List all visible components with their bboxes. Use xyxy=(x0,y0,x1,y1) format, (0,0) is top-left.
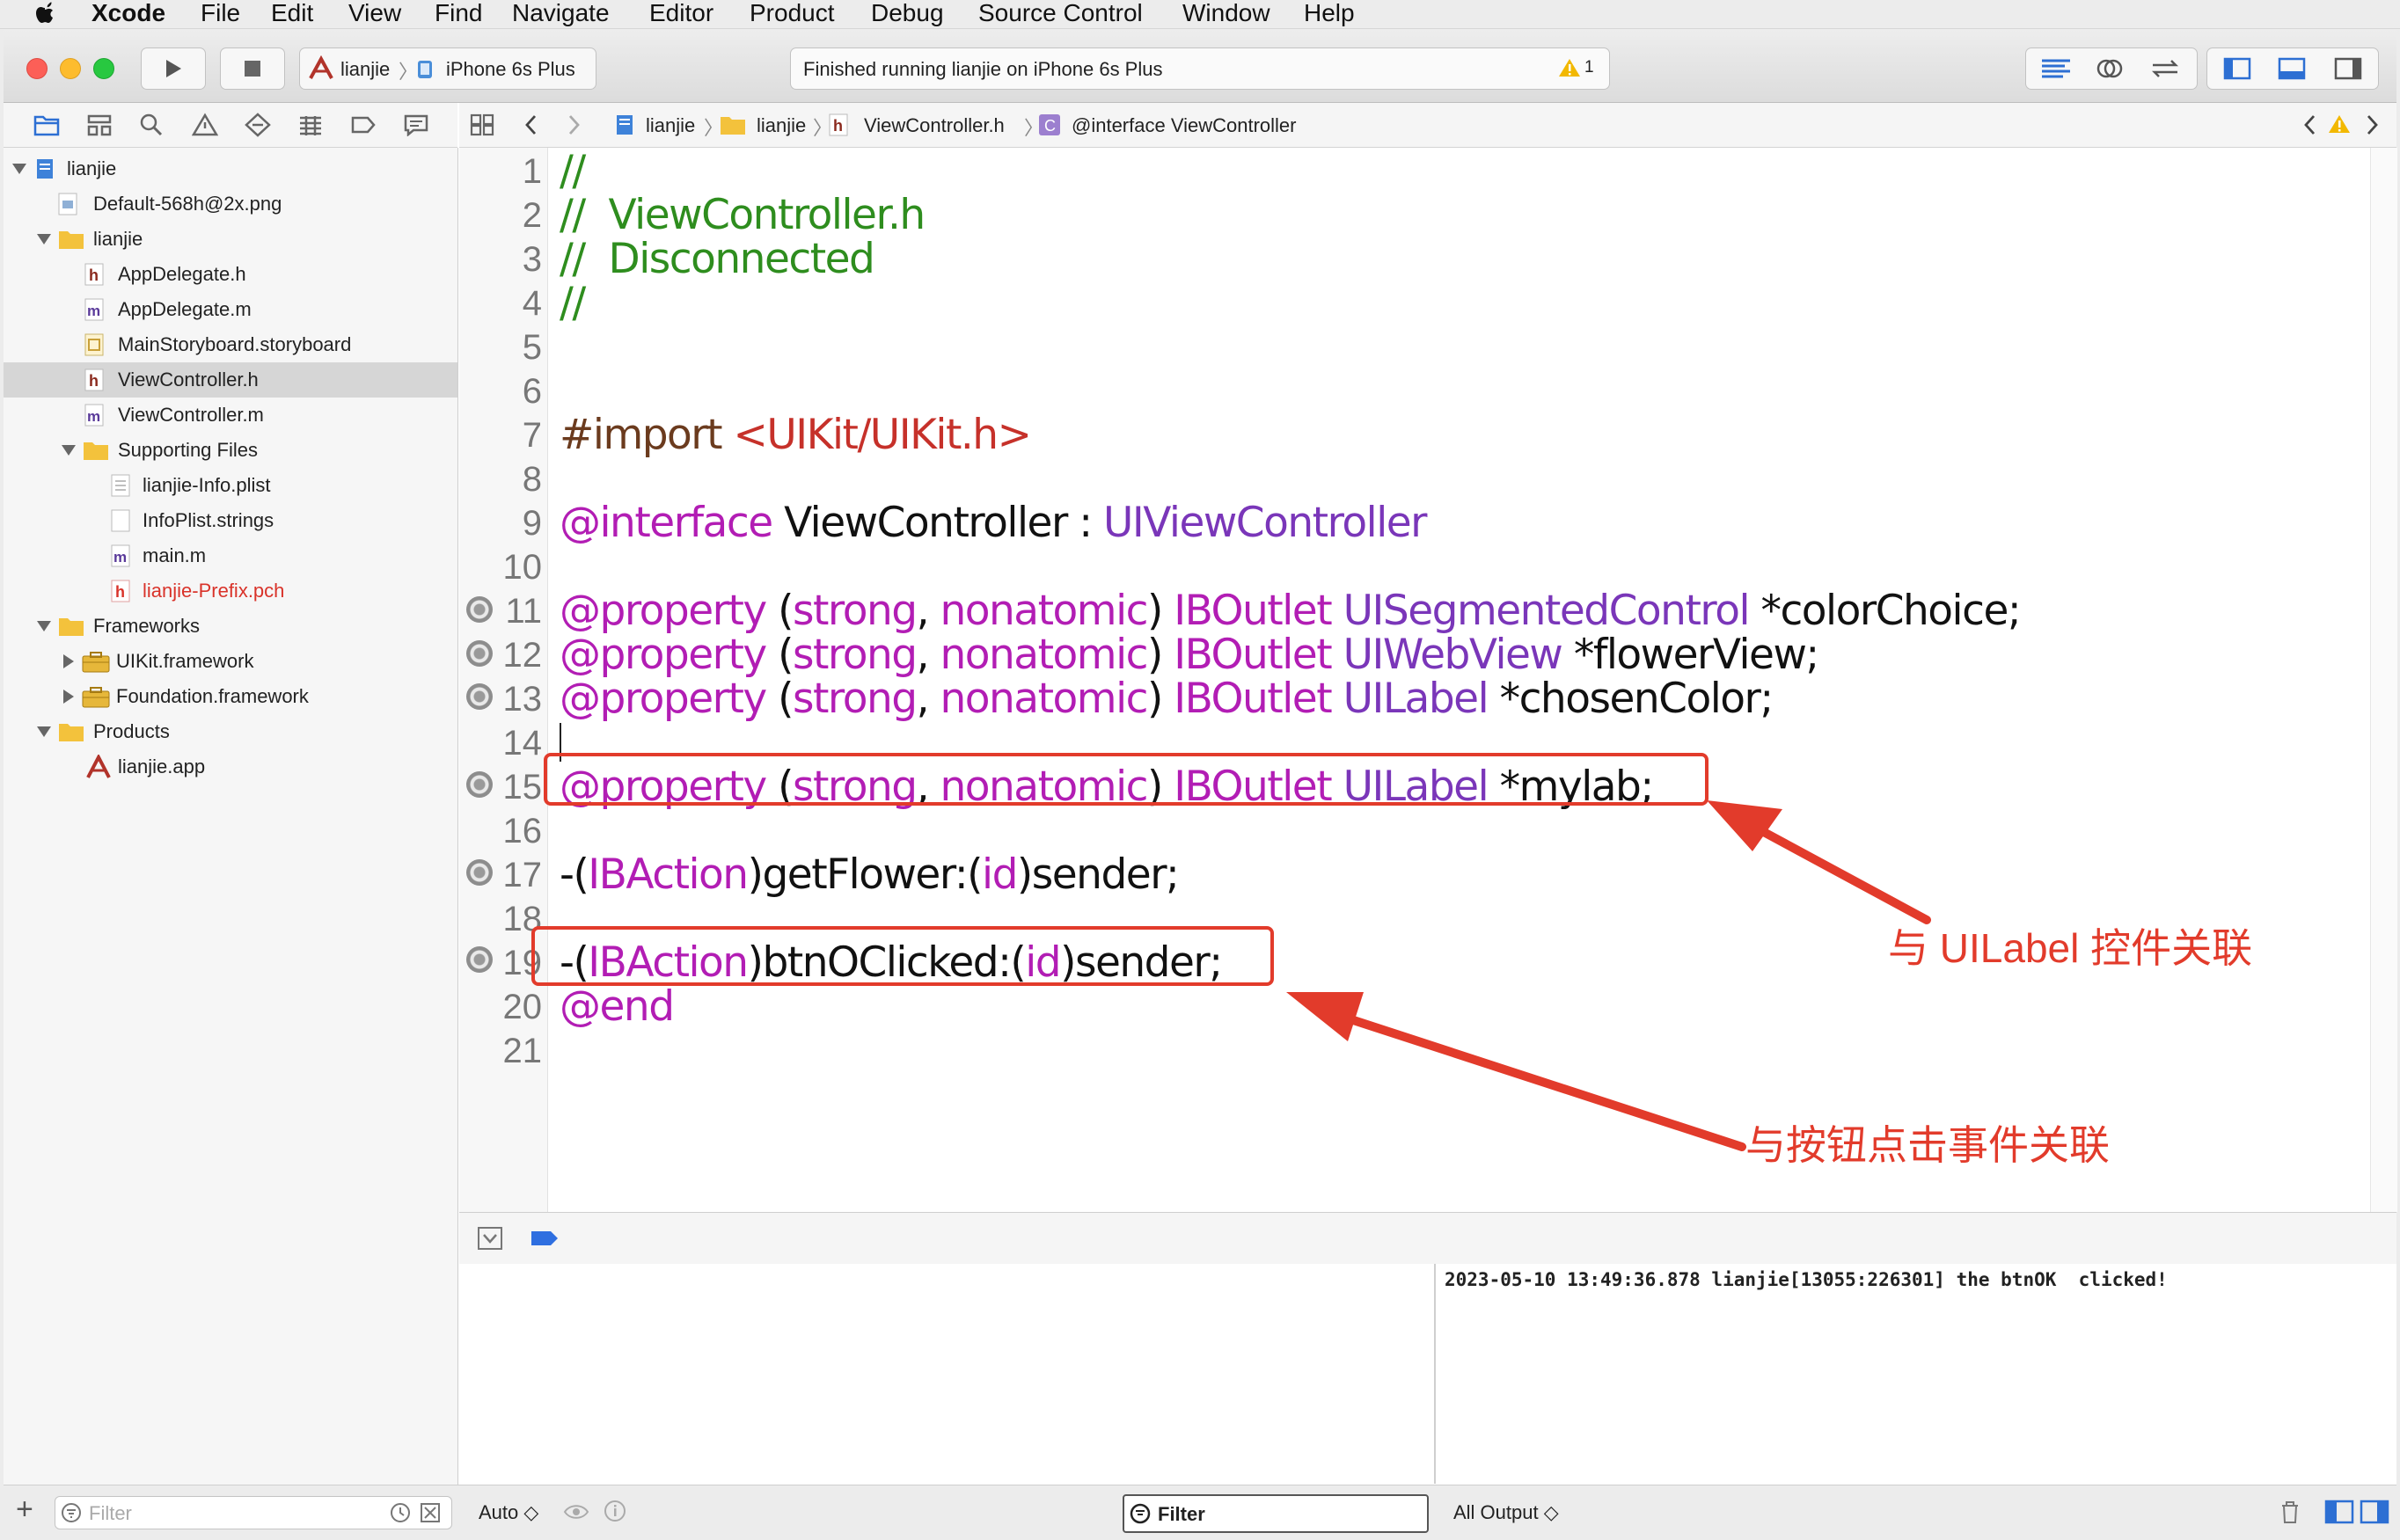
filter-icon xyxy=(62,1503,81,1522)
output-selector[interactable]: All Output ◇ xyxy=(1453,1501,1559,1524)
navigator-filter-field[interactable]: Filter xyxy=(55,1496,452,1529)
console-view[interactable]: 2023-05-10 13:49:36.878 lianjie[13055:22… xyxy=(1436,1264,2396,1484)
quick-look-icon[interactable] xyxy=(563,1501,589,1522)
filter-icon xyxy=(1130,1503,1151,1524)
variables-view xyxy=(459,1264,1436,1484)
annotation-label-action: 与按钮点击事件关联 xyxy=(1745,1122,2110,1168)
print-description-icon[interactable] xyxy=(604,1500,626,1522)
breakpoints-toggle-icon[interactable] xyxy=(530,1228,560,1249)
hide-debug-area-icon[interactable] xyxy=(477,1226,503,1251)
show-variables-view-icon[interactable] xyxy=(2324,1500,2354,1524)
arrow-to-outlet xyxy=(1707,800,1931,924)
console-filter-label: Filter xyxy=(1158,1503,1205,1525)
bottom-bar: + Filter Auto ◇ Filter All Output ◇ xyxy=(4,1485,2396,1540)
console-filter-field[interactable]: Filter xyxy=(1123,1494,1429,1533)
show-console-icon[interactable] xyxy=(2360,1500,2389,1524)
annotation-label-outlet: 与 UILabel 控件关联 xyxy=(1888,925,2253,971)
console-output-line: 2023-05-10 13:49:36.878 lianjie[13055:22… xyxy=(1445,1269,2168,1290)
recent-files-icon[interactable] xyxy=(390,1502,411,1523)
filter-placeholder: Filter xyxy=(89,1502,132,1524)
arrow-to-action xyxy=(1286,992,1746,1151)
trash-icon[interactable] xyxy=(2279,1500,2301,1524)
modified-files-icon[interactable] xyxy=(420,1502,441,1523)
variables-scope-selector[interactable]: Auto ◇ xyxy=(479,1501,538,1524)
debug-bar xyxy=(459,1212,2396,1265)
add-icon[interactable]: + xyxy=(16,1493,33,1527)
